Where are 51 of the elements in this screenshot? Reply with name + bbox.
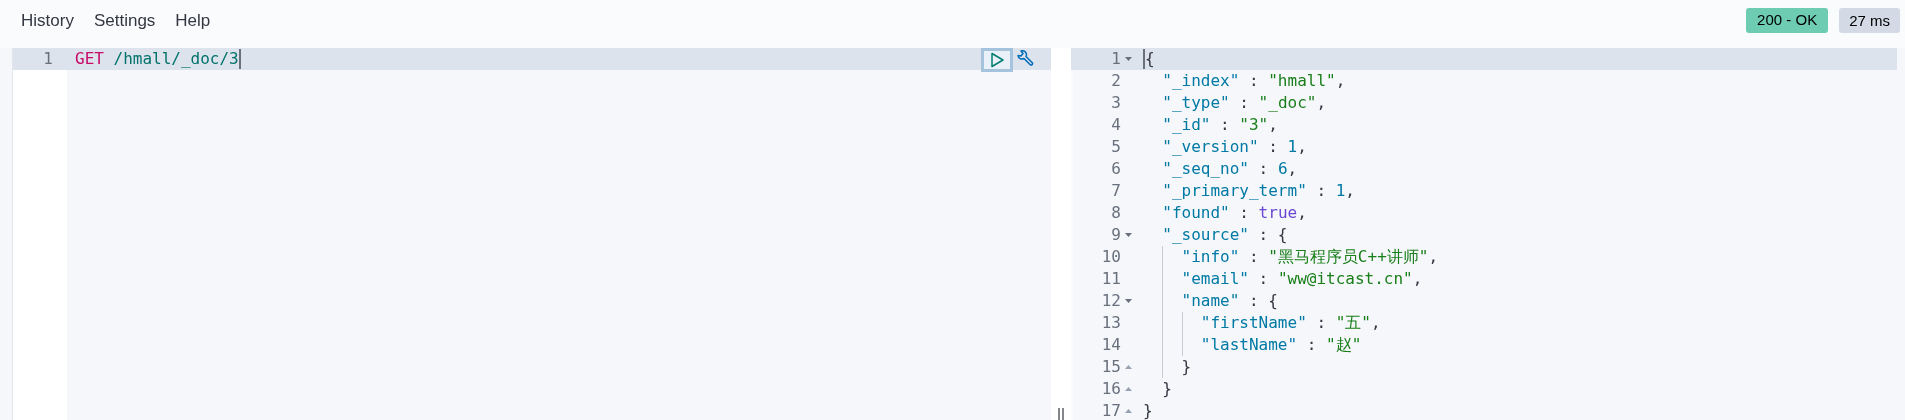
status-code: 200 - OK bbox=[1746, 7, 1829, 33]
line-number: 14 bbox=[1101, 334, 1122, 356]
line-number: 1 bbox=[1111, 48, 1122, 70]
play-icon bbox=[989, 52, 1005, 68]
response-code: } bbox=[1180, 356, 1192, 378]
fold-caret-icon[interactable] bbox=[1125, 365, 1132, 369]
fold-caret-icon[interactable] bbox=[1125, 299, 1132, 303]
response-code: "name" : { bbox=[1180, 290, 1278, 312]
line-number: 17 bbox=[1101, 400, 1122, 420]
line-number: 11 bbox=[1101, 268, 1122, 290]
line-number: 6 bbox=[1111, 158, 1122, 180]
line-number: 12 bbox=[1101, 290, 1122, 312]
response-code: "_type" : "_doc", bbox=[1161, 92, 1327, 114]
line-number: 15 bbox=[1101, 356, 1122, 378]
fold-caret-icon[interactable] bbox=[1125, 387, 1132, 391]
response-code: "_id" : "3", bbox=[1161, 114, 1278, 136]
response-code: "found" : true, bbox=[1161, 202, 1307, 224]
line-number: 8 bbox=[1111, 202, 1122, 224]
response-code: { bbox=[1145, 48, 1155, 70]
response-code: "_source" : { bbox=[1161, 224, 1288, 246]
response-code: "_index" : "hmall", bbox=[1161, 70, 1346, 92]
response-code: "info" : "黑马程序员C++讲师", bbox=[1180, 246, 1439, 268]
response-code: "_version" : 1, bbox=[1161, 136, 1307, 158]
run-button[interactable] bbox=[981, 48, 1013, 72]
menu-item[interactable]: Settings bbox=[84, 11, 165, 31]
line-number: 16 bbox=[1101, 378, 1122, 400]
fold-caret-icon[interactable] bbox=[1125, 233, 1132, 237]
line-number: 4 bbox=[1111, 114, 1122, 136]
line-number: 3 bbox=[1111, 92, 1122, 114]
line-number: 7 bbox=[1111, 180, 1122, 202]
fold-caret-icon[interactable] bbox=[1125, 409, 1132, 413]
response-code: "firstName" : "五", bbox=[1199, 312, 1381, 334]
response-code: "lastName" : "赵" bbox=[1199, 334, 1362, 356]
response-code: "email" : "ww@itcast.cn", bbox=[1180, 268, 1423, 290]
response-code: } bbox=[1143, 400, 1153, 420]
line-number: 5 bbox=[1111, 136, 1122, 158]
response-time: 27 ms bbox=[1839, 7, 1900, 33]
line-number: 1 bbox=[43, 48, 54, 70]
fold-caret-icon[interactable] bbox=[1125, 57, 1132, 61]
line-number: 9 bbox=[1111, 224, 1122, 246]
response-code: } bbox=[1161, 378, 1172, 400]
response-code: "_seq_no" : 6, bbox=[1161, 158, 1298, 180]
response-code: "_primary_term" : 1, bbox=[1161, 180, 1355, 202]
http-method: GET bbox=[75, 48, 104, 70]
menu-item[interactable]: Help bbox=[166, 11, 220, 31]
resize-handle-icon[interactable] bbox=[1058, 408, 1064, 420]
menu-item[interactable]: History bbox=[12, 11, 83, 31]
request-path: /hmall/_doc/3 bbox=[113, 48, 239, 70]
line-number: 10 bbox=[1101, 246, 1122, 268]
line-number: 2 bbox=[1111, 70, 1122, 92]
line-number: 13 bbox=[1101, 312, 1122, 334]
